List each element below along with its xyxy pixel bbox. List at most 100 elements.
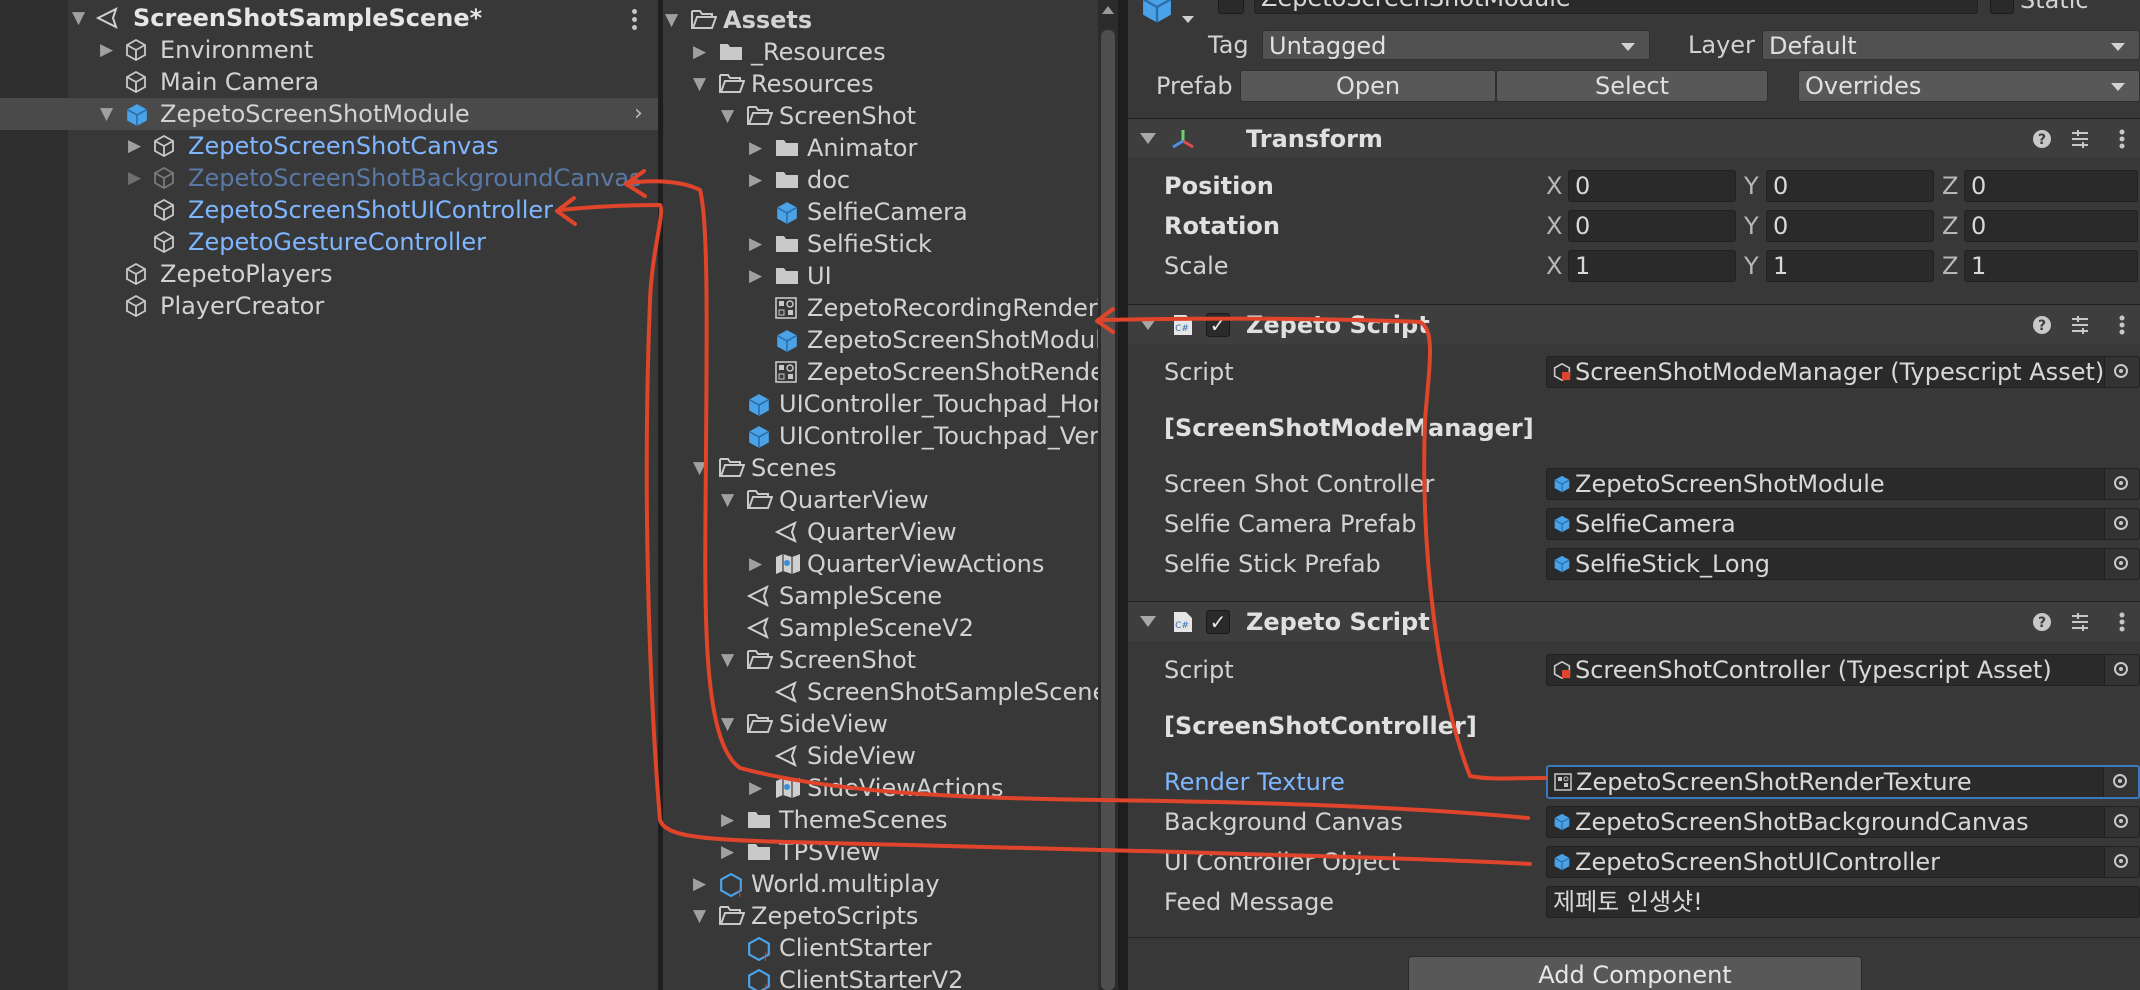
prefab-overrides-dropdown[interactable]: Overrides (1798, 70, 2140, 102)
hierarchy-item-gesture-controller[interactable]: ZepetoGestureController (0, 226, 658, 258)
expand-arrow-icon[interactable]: ▶ (749, 260, 762, 292)
project-item[interactable]: ▶ SideViewActions (663, 772, 1098, 804)
project-item[interactable]: ZepetoScreenShotRende (663, 356, 1098, 388)
project-item[interactable]: ▶ UI (663, 260, 1098, 292)
project-item[interactable]: QuarterView (663, 516, 1098, 548)
scale-y-field[interactable]: 1 (1766, 250, 1934, 282)
active-checkbox[interactable] (1218, 0, 1244, 14)
project-item[interactable]: SampleSceneV2 (663, 612, 1098, 644)
scene-row[interactable]: ▼ ScreenShotSampleScene* (0, 2, 658, 34)
hierarchy-item-screenshot-module[interactable]: ▼ ZepetoScreenShotModule › (0, 98, 658, 130)
expand-arrow-icon[interactable]: ▶ (128, 162, 141, 194)
collapse-arrow-icon[interactable]: ▼ (72, 2, 85, 34)
object-picker-icon[interactable] (2104, 549, 2139, 579)
object-name-field[interactable]: ZepetoScreenShotModule (1254, 0, 1978, 14)
project-item[interactable]: ▼ SideView (663, 708, 1098, 740)
tag-dropdown[interactable]: Untagged (1262, 30, 1650, 60)
expand-arrow-icon[interactable]: ▶ (749, 772, 762, 804)
project-item[interactable]: {} ClientStarterV2 (663, 964, 1098, 990)
fold-arrow-icon[interactable] (1140, 616, 1156, 627)
hierarchy-item-screenshot-canvas[interactable]: ▶ ZepetoScreenShotCanvas (0, 130, 658, 162)
collapse-arrow-icon[interactable]: ▼ (693, 900, 706, 932)
project-item[interactable]: SampleScene (663, 580, 1098, 612)
rotation-x-field[interactable]: 0 (1568, 210, 1736, 242)
object-picker-icon[interactable] (2104, 655, 2139, 685)
script-enabled-checkbox[interactable]: ✓ (1206, 313, 1230, 337)
ui-controller-object-field[interactable]: ZepetoScreenShotUIController (1546, 846, 2140, 878)
object-picker-icon[interactable] (2104, 847, 2139, 877)
rotation-y-field[interactable]: 0 (1766, 210, 1934, 242)
script-asset-field-2[interactable]: ScreenShotController (Typescript Asset) (1546, 654, 2140, 686)
expand-arrow-icon[interactable]: ▶ (749, 164, 762, 196)
rotation-z-field[interactable]: 0 (1964, 210, 2138, 242)
project-item[interactable]: ▼ Resources (663, 68, 1098, 100)
scrollbar-thumb[interactable] (1101, 30, 1115, 990)
script-asset-field-1[interactable]: ScreenShotModeManager (Typescript Asset) (1546, 356, 2140, 388)
layer-dropdown[interactable]: Default (1762, 30, 2140, 60)
position-x-field[interactable]: 0 (1568, 170, 1736, 202)
render-texture-field[interactable]: ZepetoScreenShotRenderTexture (1546, 765, 2140, 799)
collapse-arrow-icon[interactable]: ▼ (721, 484, 734, 516)
collapse-arrow-icon[interactable]: ▼ (100, 98, 113, 130)
collapse-arrow-icon[interactable]: ▼ (693, 452, 706, 484)
scroll-up-icon[interactable] (1102, 6, 1114, 14)
project-scrollbar[interactable] (1098, 0, 1118, 990)
expand-arrow-icon[interactable]: ▶ (128, 130, 141, 162)
hierarchy-item-background-canvas[interactable]: ▶ ZepetoScreenShotBackgroundCanvas (0, 162, 658, 194)
project-item[interactable]: ▼ Scenes (663, 452, 1098, 484)
project-item[interactable]: ▶ doc (663, 164, 1098, 196)
hierarchy-item-environment[interactable]: ▶ Environment (0, 34, 658, 66)
scene-menu-icon[interactable] (632, 6, 638, 33)
position-y-field[interactable]: 0 (1766, 170, 1934, 202)
prefab-open-button[interactable]: Open (1240, 70, 1496, 102)
hierarchy-item-main-camera[interactable]: Main Camera (0, 66, 658, 98)
object-picker-icon[interactable] (2103, 767, 2138, 797)
project-item[interactable]: ▼ Assets (663, 4, 1098, 36)
static-checkbox[interactable] (1990, 0, 2014, 14)
object-picker-icon[interactable] (2104, 509, 2139, 539)
project-item[interactable]: ScreenShotSampleScene (663, 676, 1098, 708)
project-item[interactable]: SelfieCamera (663, 196, 1098, 228)
collapse-arrow-icon[interactable]: ▼ (721, 100, 734, 132)
collapse-arrow-icon[interactable]: ▼ (665, 4, 678, 36)
scale-z-field[interactable]: 1 (1964, 250, 2138, 282)
expand-arrow-icon[interactable]: ▶ (749, 132, 762, 164)
collapse-arrow-icon[interactable]: ▼ (721, 644, 734, 676)
project-item[interactable]: ▼ QuarterView (663, 484, 1098, 516)
expand-arrow-icon[interactable]: ▶ (721, 804, 734, 836)
zepeto-script-header-1[interactable]: C# ✓ Zepeto Script ? (1128, 304, 2140, 344)
add-component-button[interactable]: Add Component (1408, 956, 1862, 990)
position-z-field[interactable]: 0 (1964, 170, 2138, 202)
selfie-camera-prefab-field[interactable]: SelfieCamera (1546, 508, 2140, 540)
project-item[interactable]: ▶ {} World.multiplay (663, 868, 1098, 900)
screen-shot-controller-field[interactable]: ZepetoScreenShotModule (1546, 468, 2140, 500)
project-item[interactable]: ZepetoScreenShotModul (663, 324, 1098, 356)
project-item[interactable]: ZepetoRecordingRenderT (663, 292, 1098, 324)
hierarchy-item-player-creator[interactable]: PlayerCreator (0, 290, 658, 322)
project-item[interactable]: ▶ Animator (663, 132, 1098, 164)
prefab-select-button[interactable]: Select (1496, 70, 1768, 102)
project-item[interactable]: SideView (663, 740, 1098, 772)
fold-arrow-icon[interactable] (1140, 133, 1156, 144)
selfie-stick-prefab-field[interactable]: SelfieStick_Long (1546, 548, 2140, 580)
hierarchy-item-zepeto-players[interactable]: ZepetoPlayers (0, 258, 658, 290)
object-picker-icon[interactable] (2104, 357, 2139, 387)
project-item[interactable]: {} ClientStarter (663, 932, 1098, 964)
zepeto-script-header-2[interactable]: C# ✓ Zepeto Script ? (1128, 601, 2140, 641)
hierarchy-item-ui-controller[interactable]: ZepetoScreenShotUIController (0, 194, 658, 226)
expand-arrow-icon[interactable]: ▶ (749, 228, 762, 260)
fold-arrow-icon[interactable] (1140, 319, 1156, 330)
script-enabled-checkbox[interactable]: ✓ (1206, 610, 1230, 634)
project-item[interactable]: ▶ TPSView (663, 836, 1098, 868)
collapse-arrow-icon[interactable]: ▼ (721, 708, 734, 740)
expand-arrow-icon[interactable]: ▶ (749, 548, 762, 580)
project-item[interactable]: ▼ ScreenShot (663, 644, 1098, 676)
object-picker-icon[interactable] (2104, 469, 2139, 499)
panel-divider[interactable] (1118, 0, 1128, 990)
background-canvas-field[interactable]: ZepetoScreenShotBackgroundCanvas (1546, 806, 2140, 838)
project-item[interactable]: UIController_Touchpad_Ver (663, 420, 1098, 452)
expand-arrow-icon[interactable]: ▶ (721, 836, 734, 868)
transform-header[interactable]: Transform ? (1128, 118, 2140, 158)
feed-message-input[interactable]: 제페토 인생샷! (1546, 886, 2140, 918)
project-item[interactable]: ▶ ThemeScenes (663, 804, 1098, 836)
